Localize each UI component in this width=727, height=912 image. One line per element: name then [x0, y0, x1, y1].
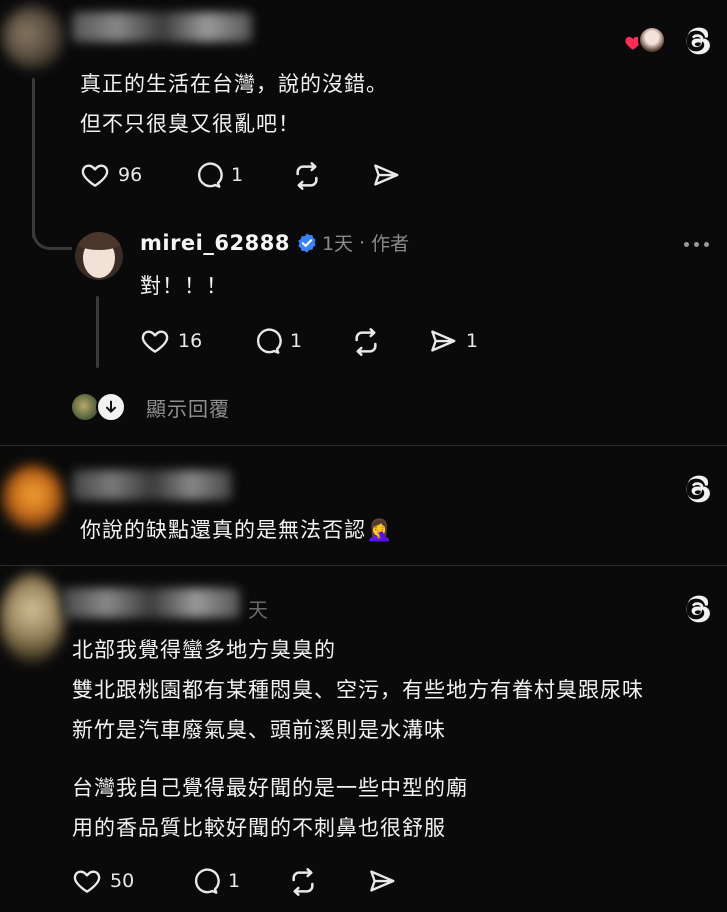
thread-connector: [32, 212, 72, 250]
like-count: 16: [178, 330, 203, 352]
post-time: 1天: [321, 233, 354, 255]
share-button[interactable]: 1: [428, 326, 478, 356]
repost-button[interactable]: [350, 326, 382, 358]
share-icon: [371, 160, 401, 190]
divider: [0, 565, 727, 566]
reply-count: 1: [290, 330, 303, 352]
arrow-down-icon: [96, 392, 126, 422]
comment-icon: [190, 866, 220, 896]
more-options-icon[interactable]: [684, 242, 709, 247]
repost-button[interactable]: [287, 866, 319, 898]
verified-badge-icon: [296, 232, 318, 254]
comment-icon: [252, 326, 282, 356]
liked-by-author-badge: [622, 26, 668, 56]
username-redacted: [62, 588, 240, 618]
repost-icon: [287, 866, 319, 898]
like-count: 50: [110, 870, 135, 892]
reply-button[interactable]: 1: [252, 326, 302, 356]
reply-text: 對！！！: [140, 274, 228, 298]
username-redacted: [72, 12, 252, 42]
like-button[interactable]: 50: [72, 866, 134, 896]
author-mini-avatar: [638, 26, 666, 54]
comment-text-line: 台灣我自己覺得最好聞的是一些中型的廟: [72, 776, 468, 800]
share-icon: [428, 326, 458, 356]
author-username[interactable]: mirei_62888: [140, 231, 290, 255]
author-avatar[interactable]: [75, 232, 123, 280]
reply-avatar-stack: [72, 392, 130, 422]
thread-line: [96, 296, 99, 368]
comment-text-line: 真正的生活在台灣，說的沒錯。: [80, 72, 388, 96]
comment-text-line: 用的香品質比較好聞的不刺鼻也很舒服: [72, 816, 446, 840]
heart-icon: [72, 866, 102, 896]
heart-icon: [80, 160, 110, 190]
reply-button[interactable]: 1: [193, 160, 243, 190]
reply-count: 1: [231, 164, 244, 186]
comment-text-line: 新竹是汽車廢氣臭、頭前溪則是水溝味: [72, 718, 446, 742]
repost-icon: [291, 160, 323, 192]
share-count: 1: [466, 330, 479, 352]
threads-logo-icon[interactable]: [680, 592, 714, 626]
show-replies-button[interactable]: 顯示回覆: [72, 392, 230, 422]
comment-text-line: 但不只很臭又很亂吧！: [80, 112, 300, 136]
share-button[interactable]: [367, 866, 397, 896]
avatar[interactable]: [0, 574, 64, 664]
comment-text-line: 北部我覺得蠻多地方臭臭的: [72, 638, 336, 662]
like-count: 96: [118, 164, 143, 186]
author-tag: 作者: [371, 233, 410, 255]
avatar[interactable]: [2, 6, 64, 68]
divider: [0, 445, 727, 446]
avatar[interactable]: [2, 465, 64, 531]
share-icon: [367, 866, 397, 896]
repost-icon: [350, 326, 382, 358]
reply-button[interactable]: 1: [190, 866, 240, 896]
like-button[interactable]: 16: [140, 326, 202, 356]
heart-icon: [140, 326, 170, 356]
show-replies-label: 顯示回覆: [146, 396, 230, 421]
comment-text: 你說的缺點還真的是無法否認🤦‍♀️: [80, 518, 394, 542]
meta-separator: ·: [359, 231, 366, 254]
like-button[interactable]: 96: [80, 160, 142, 190]
username-redacted: [72, 470, 232, 500]
post-time: 天: [248, 598, 268, 622]
reply-count: 1: [228, 870, 241, 892]
comment-text-line: 雙北跟桃園都有某種悶臭、空污，有些地方有眷村臭跟尿味: [72, 678, 644, 702]
threads-logo-icon[interactable]: [680, 472, 714, 506]
threads-logo-icon[interactable]: [680, 24, 714, 58]
repost-button[interactable]: [291, 160, 323, 192]
comment-icon: [193, 160, 223, 190]
share-button[interactable]: [371, 160, 401, 190]
